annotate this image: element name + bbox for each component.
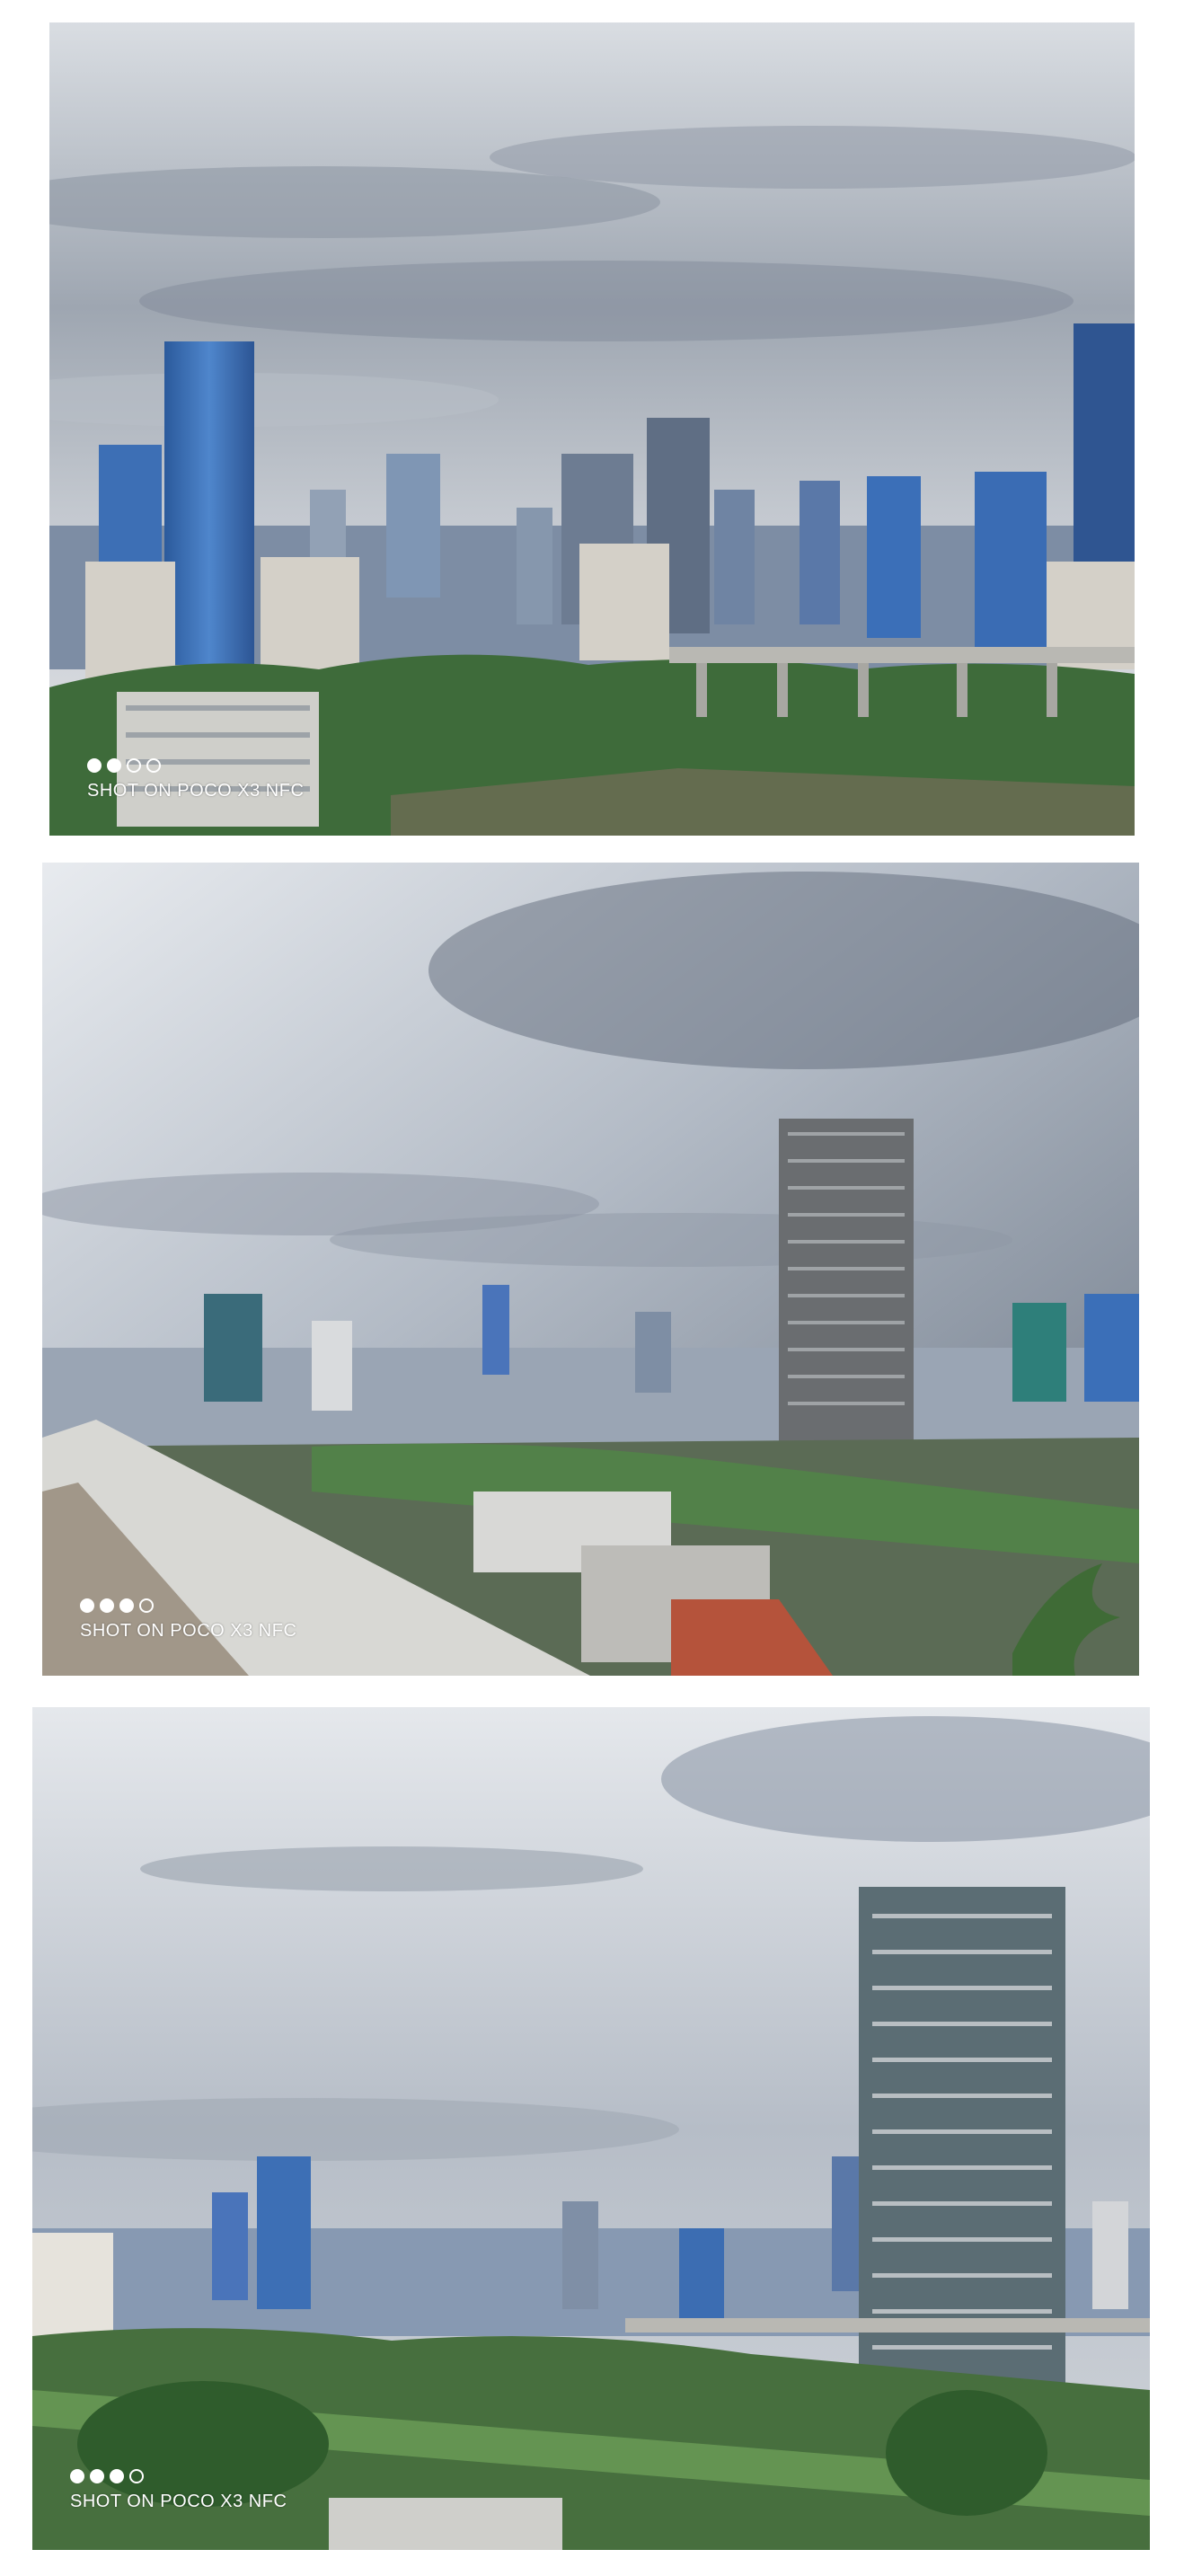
- photo-3-image: [32, 1707, 1150, 2550]
- watermark: SHOT ON POCO X3 NFC: [70, 2469, 287, 2512]
- watermark: SHOT ON POCO X3 NFC: [87, 758, 304, 801]
- photo-2-image: [42, 863, 1139, 1676]
- watermark-text: SHOT ON POCO X3 NFC: [70, 2492, 287, 2511]
- photo-1: SHOT ON POCO X3 NFC: [49, 22, 1135, 836]
- watermark-dots: [80, 1598, 296, 1613]
- watermark-dots: [87, 758, 304, 773]
- photo-3: SHOT ON POCO X3 NFC: [32, 1707, 1150, 2550]
- photo-2: SHOT ON POCO X3 NFC: [42, 863, 1139, 1676]
- watermark-text: SHOT ON POCO X3 NFC: [87, 781, 305, 801]
- watermark-text: SHOT ON POCO X3 NFC: [80, 1621, 297, 1641]
- photo-1-image: [49, 22, 1135, 836]
- watermark-dots: [70, 2469, 287, 2483]
- watermark: SHOT ON POCO X3 NFC: [80, 1598, 296, 1642]
